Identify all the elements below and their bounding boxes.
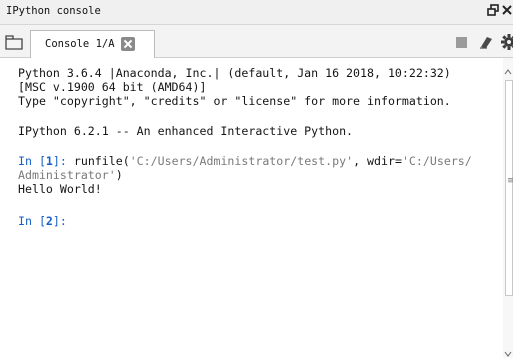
console-tab-bar: Console 1/A [0, 25, 513, 58]
scroll-up-icon[interactable] [503, 62, 513, 75]
in-prompt-end: ]: [52, 214, 67, 228]
console-output[interactable]: Python 3.6.4 |Anaconda, Inc.| (default, … [0, 58, 503, 358]
vertical-scrollbar[interactable]: ≡ [503, 58, 513, 358]
close-tab-icon[interactable] [121, 37, 135, 51]
tab-console-1a[interactable]: Console 1/A [30, 30, 155, 58]
close-pane-icon[interactable] [501, 4, 513, 20]
grip-icon: ≡ [507, 176, 513, 186]
output-line: Hello World! [18, 182, 102, 196]
in-prompt: In [ [18, 154, 46, 168]
ipython-console-pane: IPython console Console 1/A Python 3.6.4… [0, 0, 513, 358]
banner-line: Python 3.6.4 |Anaconda, Inc.| (default, … [18, 66, 451, 80]
code-close-paren: ) [115, 168, 123, 182]
in-prompt-number: 2 [45, 214, 53, 228]
scrollbar-thumb[interactable]: ≡ [505, 80, 513, 296]
code-string-arg: 'C:/Users/ [401, 154, 472, 168]
code-keyword-arg: , wdir= [353, 154, 402, 168]
input-cell-2: In [2]: [18, 214, 67, 228]
code-function: runfile( [73, 154, 130, 168]
input-cell-1: In [1]: runfile('C:/Users/Administrator/… [18, 154, 472, 168]
code-string-arg: Administrator' [18, 168, 116, 182]
banner-line: IPython 6.2.1 -- An enhanced Interactive… [18, 124, 354, 138]
input-cell-1-continuation: Administrator') [18, 168, 123, 182]
undock-icon[interactable] [486, 4, 500, 20]
in-prompt: In [ [18, 214, 46, 228]
browse-tabs-icon[interactable] [4, 33, 24, 51]
pane-title: IPython console [6, 5, 101, 17]
scroll-down-icon[interactable] [503, 344, 513, 357]
banner-line: [MSC v.1900 64 bit (AMD64)] [18, 80, 207, 94]
gear-icon[interactable] [500, 33, 513, 51]
eraser-icon[interactable] [478, 34, 494, 50]
in-prompt-number: 1 [45, 154, 53, 168]
in-prompt-end: ]: [52, 154, 74, 168]
stop-icon[interactable] [456, 37, 467, 48]
pane-title-bar: IPython console [0, 0, 513, 25]
code-string-arg: 'C:/Users/Administrator/test.py' [129, 154, 354, 168]
banner-line: Type "copyright", "credits" or "license"… [18, 94, 451, 108]
tab-label: Console 1/A [45, 38, 115, 50]
